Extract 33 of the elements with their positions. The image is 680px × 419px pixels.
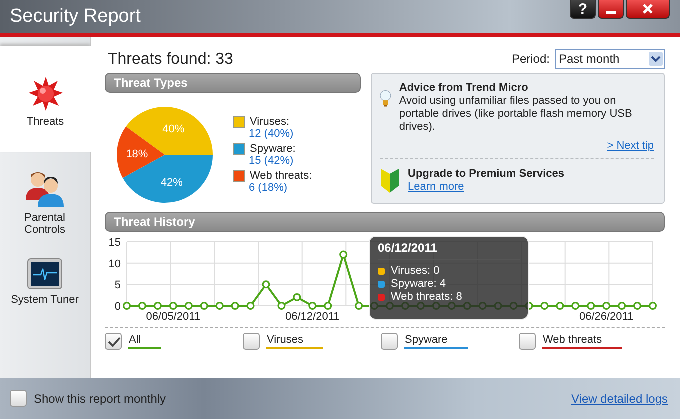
monthly-label: Show this report monthly <box>34 392 166 406</box>
slice-label: 40% <box>162 124 185 136</box>
y-tick-label: 0 <box>114 301 121 313</box>
x-tick-label: 06/12/2011 <box>286 311 340 323</box>
legend-label: Spyware: <box>250 143 296 155</box>
tooltip-text: Spyware: 4 <box>391 278 446 290</box>
legend-count: 6 (18%) <box>249 182 288 194</box>
legend-label: Web threats: <box>250 170 312 182</box>
x-tick-label: 06/26/2011 <box>579 311 634 323</box>
filter-label: Web threats <box>542 334 622 349</box>
legend-label: Viruses: <box>250 116 290 128</box>
legend-count: 15 (42%) <box>249 155 294 167</box>
slice-label: 42% <box>160 176 183 189</box>
filter-label: Spyware <box>404 334 468 349</box>
section-header: Threat History <box>105 212 665 232</box>
upgrade-title: Upgrade to Premium Services <box>408 168 565 181</box>
y-tick-label: 15 <box>108 237 121 249</box>
advice-title: Advice from Trend Micro <box>399 82 530 95</box>
period-label: Period: <box>512 52 550 66</box>
filter-label: All <box>128 334 162 349</box>
filter-label: Viruses <box>266 334 324 349</box>
legend-count: 12 (40%) <box>249 128 294 140</box>
threats-found: Threats found: 33 <box>108 51 234 69</box>
window-title: Security Report <box>10 6 141 28</box>
y-tick-label: 10 <box>108 258 121 270</box>
x-tick-label: 06/05/2011 <box>146 311 201 323</box>
tooltip-text: Viruses: 0 <box>391 265 440 277</box>
tooltip-date: 06/12/2011 <box>378 241 520 260</box>
advice-text: Avoid using unfamiliar files passed to you on portable drives (like portable flash memory USB drives). <box>399 95 634 134</box>
y-tick-label: 5 <box>114 280 121 292</box>
section-header: Threat Types <box>105 73 361 93</box>
tooltip-text: Web threats: 8 <box>391 291 462 303</box>
slice-label: 18% <box>126 148 148 160</box>
